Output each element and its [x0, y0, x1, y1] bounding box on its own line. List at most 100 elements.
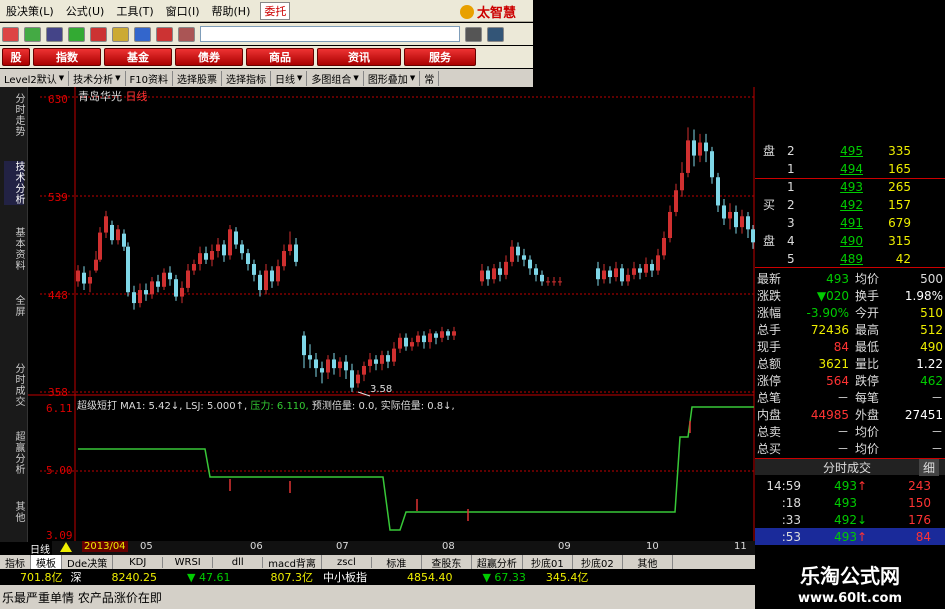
candle-body [258, 274, 262, 291]
nav-service[interactable]: 服务 [404, 48, 476, 66]
indicator-tab[interactable]: zscl [322, 556, 372, 568]
candle-body [692, 140, 696, 156]
trade-volume: 84 [915, 529, 931, 544]
toolbar-icon-9[interactable] [178, 26, 195, 42]
subtab-overlay[interactable]: 图形叠加 ▼ [364, 70, 421, 86]
toolbar-icon-2[interactable] [24, 26, 41, 42]
indicator-tab[interactable]: 查股东 [422, 554, 472, 570]
indicator-tab[interactable]: macd背离 [263, 554, 322, 570]
menu-formula[interactable]: 公式(U) [60, 3, 111, 19]
triangle-icon[interactable] [60, 542, 72, 552]
nav-news[interactable]: 资讯 [317, 48, 401, 66]
candle-body [98, 232, 102, 260]
price[interactable]: 493 [821, 180, 863, 194]
indicator-tab[interactable]: KDJ [113, 556, 164, 568]
candle-body [410, 342, 414, 347]
trades-detail-tab[interactable]: 细 [918, 458, 939, 476]
candle-body [252, 264, 256, 275]
indicator-tab[interactable]: 标准 [372, 554, 422, 570]
candle-body [246, 253, 250, 265]
stat-row: 总额 3621 量比 1.22 [755, 355, 945, 372]
indicator-tab[interactable]: 超赢分析 [472, 554, 523, 570]
menu-help[interactable]: 帮助(H) [206, 3, 257, 19]
candle-body [104, 216, 108, 233]
ticker-item: 中小板指 [322, 571, 367, 584]
toolbar-icon-10[interactable] [465, 26, 482, 42]
stat-row: 总卖 － 均价 － [755, 423, 945, 440]
indicator-tab[interactable]: WRSI [163, 556, 214, 568]
volume: 315 [888, 233, 911, 248]
toolbar-icon-8[interactable] [156, 26, 173, 42]
menu-decision[interactable]: 股决策(L) [0, 3, 60, 19]
stat-label-2: 均价 [855, 425, 880, 439]
indicator-tab[interactable]: 指标 [0, 554, 31, 570]
indicator-tab[interactable]: 抄底02 [573, 554, 623, 570]
price[interactable]: 495 [821, 144, 863, 158]
candle-body [156, 281, 160, 287]
trade-time: :18 [781, 495, 801, 510]
stat-label-2: 今开 [855, 306, 880, 320]
price[interactable]: 490 [821, 234, 863, 248]
main-nav: 股 指数 基金 债券 商品 资讯 服务 [0, 46, 533, 68]
toolbar-icon-6[interactable] [112, 26, 129, 42]
price[interactable]: 494 [821, 162, 863, 176]
candle-body [216, 244, 220, 252]
nav-bond[interactable]: 债券 [175, 48, 243, 66]
date-label-4: 08 [442, 541, 455, 552]
buy-row-5: 5 489 42 [755, 250, 945, 267]
toolbar-icon-3[interactable] [46, 26, 63, 42]
entrust-button[interactable]: 委托 [260, 1, 291, 20]
trade-row: 14:59 493 ↑ 243 [755, 477, 945, 494]
toolbar-icon-4[interactable] [68, 26, 85, 42]
kline-chart[interactable] [0, 87, 755, 542]
indicator-tab[interactable]: dll [213, 556, 264, 568]
candle-body [398, 337, 402, 349]
chevron-down-icon: ▼ [353, 74, 359, 82]
price[interactable]: 489 [821, 252, 863, 266]
subtab-label: 技术分析 [73, 74, 114, 86]
subtab-level2[interactable]: Level2默认 ▼ [0, 70, 70, 86]
nav-commodity[interactable]: 商品 [246, 48, 314, 66]
nav-fund[interactable]: 基金 [104, 48, 172, 66]
subtab-select-indicator[interactable]: 选择指标 [222, 70, 272, 86]
price[interactable]: 492 [821, 198, 863, 212]
menu-window[interactable]: 窗口(I) [160, 3, 206, 19]
subtab-label: 多图组合 [311, 74, 352, 86]
indicator-volume: 预测倍量: 0.0, 实际倍量: 0.8↓, [311, 401, 455, 412]
subtab-more[interactable]: 常 [420, 70, 440, 86]
y-label-630: 630 [48, 93, 68, 106]
candle-body [704, 142, 708, 152]
toolbar-icon-11[interactable] [487, 26, 504, 42]
subtab-select-stock[interactable]: 选择股票 [173, 70, 223, 86]
indicator-tab[interactable]: 其他 [623, 554, 673, 570]
stat-value-2: 510 [920, 305, 943, 320]
subtab-tech[interactable]: 技术分析 ▼ [69, 70, 126, 86]
indicator-tab[interactable]: 模板 [31, 554, 62, 570]
trades-tab[interactable]: 分时成交 [823, 459, 871, 476]
stat-label: 最新 [757, 272, 782, 286]
toolbar-icon-5[interactable] [90, 26, 107, 42]
subtab-daily[interactable]: 日线 ▼ [271, 70, 308, 86]
subtab-f10[interactable]: F10资料 [126, 70, 174, 86]
price[interactable]: 491 [821, 216, 863, 230]
news-ticker[interactable]: 乐最严重单情 农产品涨价在即 [0, 585, 755, 609]
toolbar-input[interactable] [200, 26, 460, 42]
indicator-tab[interactable]: 抄底01 [523, 554, 573, 570]
stat-label: 总笔 [757, 391, 782, 405]
candle-body [320, 368, 324, 373]
buy-row-4: 盘 4 490 315 [755, 232, 945, 249]
stat-label-2: 每笔 [855, 391, 880, 405]
nav-stock[interactable]: 股 [2, 48, 30, 66]
buy-row-1: 1 493 265 [755, 178, 945, 195]
subtab-multichart[interactable]: 多图组合 ▼ [307, 70, 364, 86]
date-label-6: 10 [646, 541, 659, 552]
menu-tools[interactable]: 工具(T) [110, 3, 159, 19]
trade-price: 493 [834, 495, 857, 510]
stat-row: 现手 84 最低 490 [755, 338, 945, 355]
nav-index[interactable]: 指数 [33, 48, 101, 66]
toolbar-icon-7[interactable] [134, 26, 151, 42]
candle-body [186, 270, 190, 288]
toolbar-icon-1[interactable] [2, 26, 19, 42]
indicator-tab[interactable]: Dde决策 [62, 554, 114, 570]
candle-body [540, 274, 544, 282]
